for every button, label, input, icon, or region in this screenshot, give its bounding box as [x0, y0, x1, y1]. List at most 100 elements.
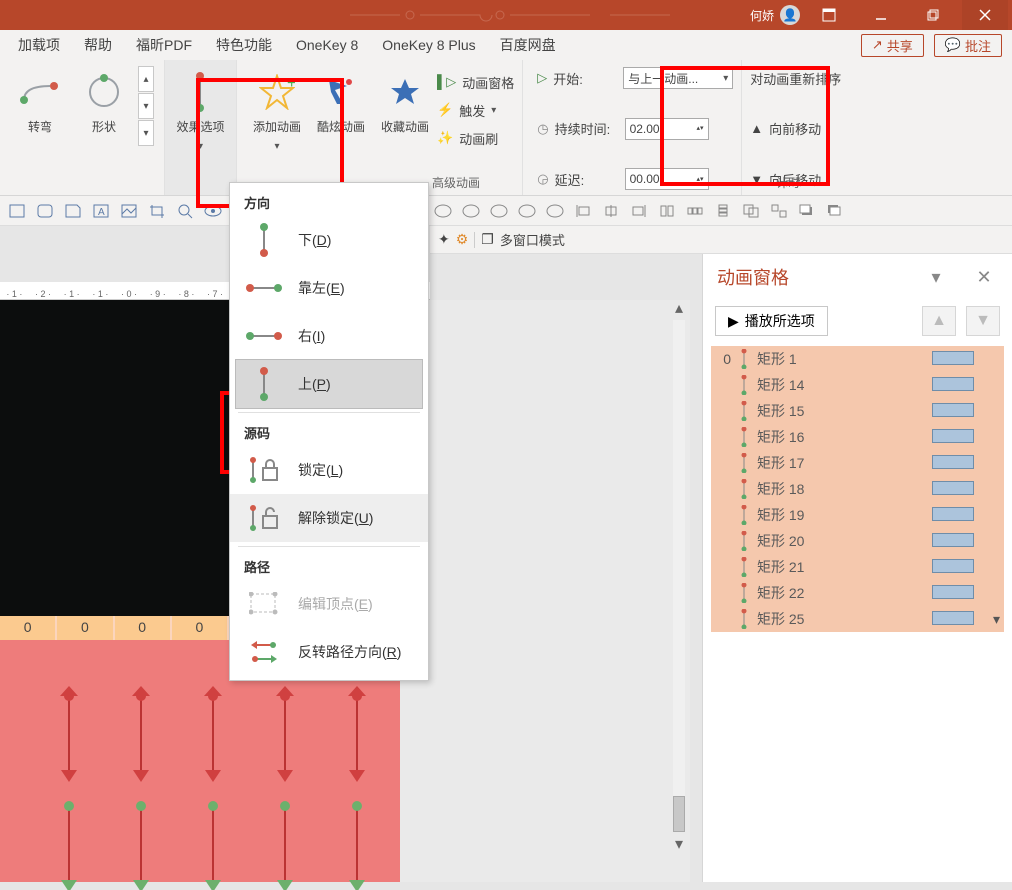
menu-item-up[interactable]: 上(P) [236, 360, 422, 408]
qb-single-corner[interactable] [60, 199, 86, 223]
tab-foxitpdf[interactable]: 福昕PDF [124, 30, 204, 60]
ribbon-options-button[interactable] [806, 0, 852, 30]
motion-handle[interactable] [58, 800, 70, 890]
motion-handle[interactable] [58, 690, 70, 780]
motion-shape-button[interactable]: 形状 [72, 66, 136, 135]
scroll-down-icon[interactable]: ▾ [673, 836, 685, 852]
qb-magnify[interactable] [172, 199, 198, 223]
qb-oval3[interactable] [486, 199, 512, 223]
qb-image[interactable] [116, 199, 142, 223]
effect-options-button[interactable]: 效果选项 ▾ [176, 66, 224, 152]
gallery-more-icon[interactable]: ▾ [138, 120, 154, 146]
move-down-button[interactable]: ▼ [966, 306, 1000, 336]
animation-list-item[interactable]: 矩形 25▾ [711, 606, 1004, 632]
animation-list-item[interactable]: 矩形 21 [711, 554, 1004, 580]
scrollbar-thumb[interactable] [673, 796, 685, 832]
qb-dist2[interactable] [710, 199, 736, 223]
timeline-bar[interactable] [932, 377, 974, 391]
tab-addins[interactable]: 加载项 [6, 30, 72, 60]
tab-onekey8[interactable]: OneKey 8 [284, 30, 370, 60]
qb-front[interactable] [794, 199, 820, 223]
motion-handle[interactable] [274, 800, 286, 890]
menu-item-down[interactable]: 下(D) [230, 216, 428, 264]
animation-list-item[interactable]: 矩形 15 [711, 398, 1004, 424]
qb-align3[interactable] [626, 199, 652, 223]
motion-handle[interactable] [130, 800, 142, 890]
qb-eye[interactable] [200, 199, 226, 223]
qb-oval5[interactable] [542, 199, 568, 223]
animation-list-item[interactable]: 矩形 16 [711, 424, 1004, 450]
multiwindow-button[interactable]: 多窗口模式 [500, 230, 565, 249]
delay-spinner[interactable]: 00.00▴▾ [625, 168, 709, 190]
motion-handle[interactable] [130, 690, 142, 780]
menu-item-unlock[interactable]: 解除锁定(U) [230, 494, 428, 542]
qb-crop[interactable] [144, 199, 170, 223]
vertical-scrollbar[interactable]: ▴ ▾ [670, 300, 688, 852]
animation-list-item[interactable]: 0矩形 1 [711, 346, 1004, 372]
tab-special[interactable]: 特色功能 [204, 30, 284, 60]
animation-list-item[interactable]: 矩形 22 [711, 580, 1004, 606]
menu-item-right[interactable]: 右(I) [230, 312, 428, 360]
scroll-up-icon[interactable]: ▴ [673, 300, 685, 316]
close-button[interactable] [962, 0, 1008, 30]
timeline-bar[interactable] [932, 481, 974, 495]
animation-list-item[interactable]: 矩形 14 [711, 372, 1004, 398]
timeline-bar[interactable] [932, 611, 974, 625]
animation-list-item[interactable]: 矩形 17 [711, 450, 1004, 476]
qb-oval1[interactable] [430, 199, 456, 223]
qb-align4[interactable] [654, 199, 680, 223]
gallery-up-icon[interactable]: ▴ [138, 66, 154, 92]
duration-spinner[interactable]: 02.00▴▾ [625, 118, 709, 140]
animation-list-item[interactable]: 矩形 20 [711, 528, 1004, 554]
animation-list-item[interactable]: 矩形 18 [711, 476, 1004, 502]
qb-oval4[interactable] [514, 199, 540, 223]
gallery-down-icon[interactable]: ▾ [138, 93, 154, 119]
qb-rounded[interactable] [32, 199, 58, 223]
tab-help[interactable]: 帮助 [72, 30, 124, 60]
pane-close-button[interactable]: ✕ [970, 266, 998, 288]
move-up-button[interactable]: ▲ [922, 306, 956, 336]
menu-item-lock[interactable]: 锁定(L) [230, 446, 428, 494]
timeline-bar[interactable] [932, 455, 974, 469]
item-dropdown-icon[interactable]: ▾ [993, 611, 1000, 628]
timeline-bar[interactable] [932, 507, 974, 521]
qb-rect[interactable] [4, 199, 30, 223]
start-combo[interactable]: 与上一动画...▾ [623, 67, 733, 89]
qb-textbox[interactable]: A [88, 199, 114, 223]
motion-handle[interactable] [202, 690, 214, 780]
qb-back[interactable] [822, 199, 848, 223]
qb-oval2[interactable] [458, 199, 484, 223]
timeline-bar[interactable] [932, 533, 974, 547]
qb-ungroup[interactable] [766, 199, 792, 223]
qb-dist1[interactable] [682, 199, 708, 223]
add-animation-button[interactable]: + 添加动画▾ [245, 66, 309, 152]
gear-icon[interactable]: ⚙ [456, 231, 469, 248]
restore-button[interactable] [910, 0, 956, 30]
play-selected-button[interactable]: ▶播放所选项 [715, 306, 828, 336]
motion-handle[interactable] [274, 690, 286, 780]
motion-handle[interactable] [202, 800, 214, 890]
minimize-button[interactable] [858, 0, 904, 30]
animation-painter-button[interactable]: ✨动画刷 [437, 126, 514, 150]
timeline-bar[interactable] [932, 559, 974, 573]
qb-align2[interactable] [598, 199, 624, 223]
wand-icon[interactable]: ✦ [438, 231, 450, 248]
scrollbar-track[interactable] [673, 320, 685, 832]
share-button[interactable]: ↗共享 [861, 34, 924, 57]
motion-handle[interactable] [346, 690, 358, 780]
annotate-button[interactable]: 💬批注 [934, 34, 1002, 57]
tab-onekey8plus[interactable]: OneKey 8 Plus [370, 30, 487, 60]
animation-list-item[interactable]: 矩形 19 [711, 502, 1004, 528]
menu-item-reverse-path[interactable]: 反转路径方向(R) [230, 628, 428, 676]
timeline-bar[interactable] [932, 403, 974, 417]
favorite-animation-button[interactable]: 收藏动画 [373, 66, 437, 135]
timeline-bar[interactable] [932, 351, 974, 365]
qb-group[interactable] [738, 199, 764, 223]
timeline-bar[interactable] [932, 429, 974, 443]
menu-item-left[interactable]: 靠左(E) [230, 264, 428, 312]
animation-pane-button[interactable]: ▌▷动画窗格 [437, 70, 514, 94]
tab-baidupan[interactable]: 百度网盘 [488, 30, 568, 60]
motion-turn-button[interactable]: 转弯 [8, 66, 72, 135]
animation-gallery-scroll[interactable]: ▴ ▾ ▾ [138, 66, 156, 146]
motion-handle[interactable] [346, 800, 358, 890]
